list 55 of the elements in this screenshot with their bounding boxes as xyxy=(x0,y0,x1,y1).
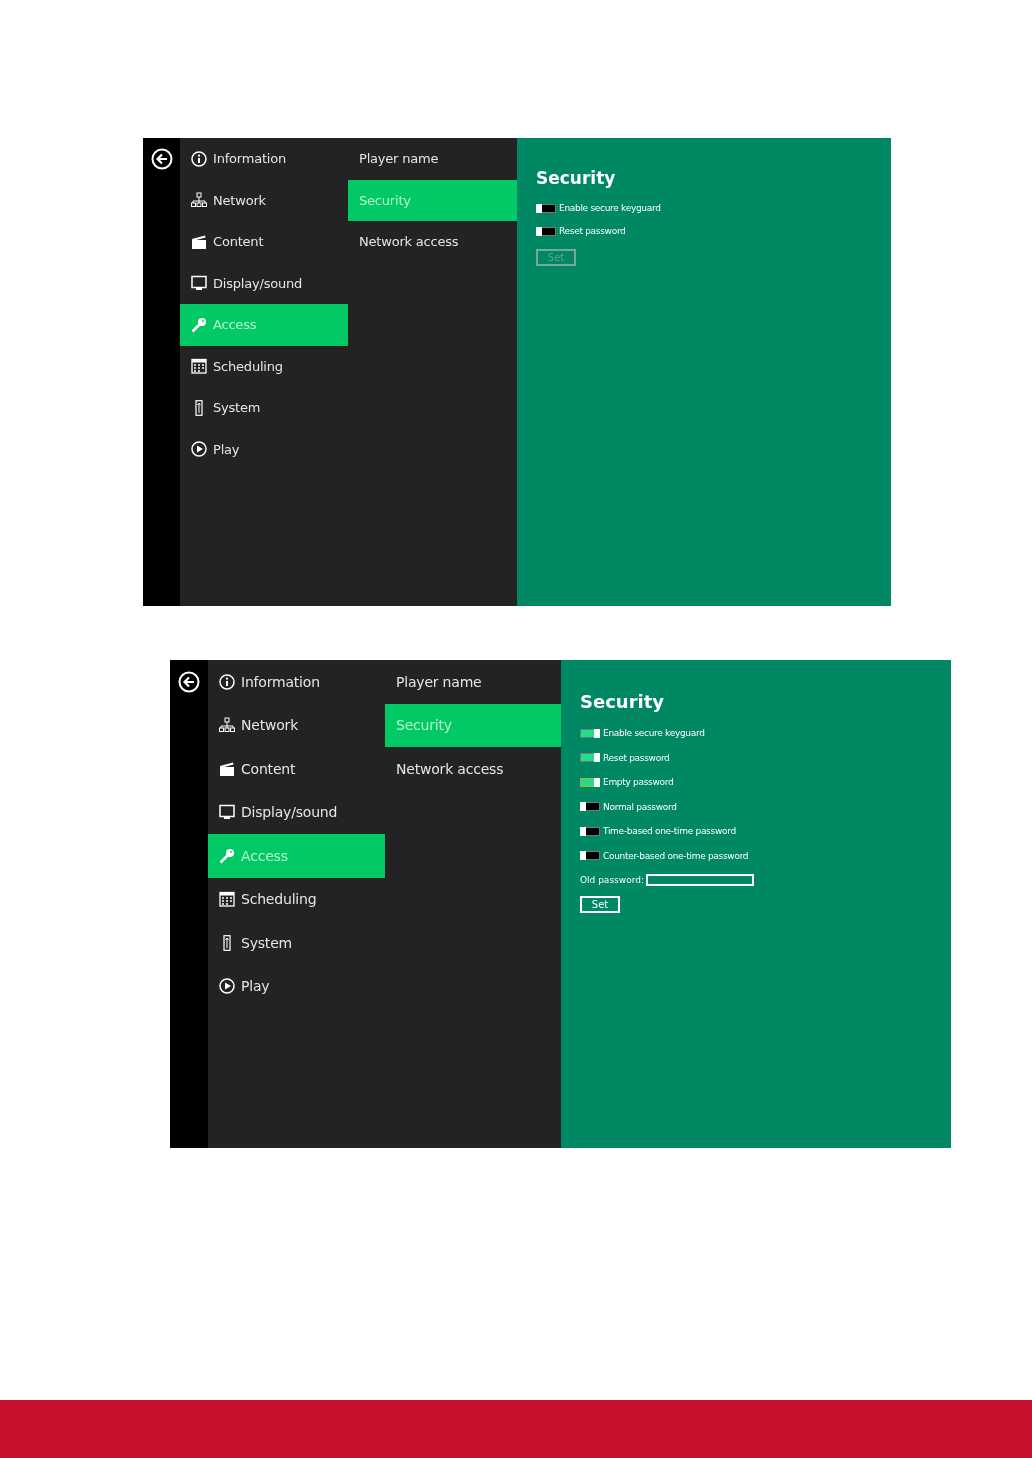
menu-item[interactable]: Content xyxy=(208,747,385,791)
back-icon[interactable] xyxy=(150,147,173,170)
calendar-icon xyxy=(191,358,207,375)
toggle-switch[interactable] xyxy=(580,777,600,787)
clapperboard-icon xyxy=(191,233,207,250)
toggle-switch[interactable] xyxy=(580,753,600,762)
submenu-item[interactable]: Network access xyxy=(348,221,517,263)
menu-item[interactable]: Information xyxy=(180,138,348,180)
submenu-item[interactable]: Player name xyxy=(385,660,561,704)
menu-item[interactable]: System xyxy=(208,921,385,965)
info-icon xyxy=(219,673,235,690)
field-label: Old password: xyxy=(580,875,644,885)
menu-item[interactable]: Network xyxy=(180,179,348,221)
toggle-label: Counter-based one-time password xyxy=(603,850,749,861)
toggle-label: Normal password xyxy=(603,801,677,812)
back-icon[interactable] xyxy=(178,670,200,693)
submenu-item[interactable]: Player name xyxy=(348,138,517,180)
password-field[interactable] xyxy=(645,874,754,886)
monitor-icon xyxy=(219,804,235,821)
section-title: Security xyxy=(536,167,616,188)
toggle-switch[interactable] xyxy=(536,226,556,236)
play-icon xyxy=(219,978,235,995)
toggle-switch[interactable] xyxy=(580,826,600,836)
toggle-label: Reset password xyxy=(603,752,670,763)
toggle-switch[interactable] xyxy=(536,203,556,213)
network-icon xyxy=(191,192,207,209)
toggle-label: Reset password xyxy=(559,226,626,237)
menu-item[interactable]: Information xyxy=(208,660,385,704)
toggle-label: Enable secure keyguard xyxy=(603,728,705,738)
menu-item[interactable]: Scheduling xyxy=(208,877,385,921)
toggle-label: Empty password xyxy=(603,777,674,787)
menu-item[interactable]: Scheduling xyxy=(180,345,348,387)
toggle-switch[interactable] xyxy=(580,728,600,738)
menu-item[interactable]: Network xyxy=(208,703,385,747)
monitor-icon xyxy=(191,275,207,292)
submenu-item[interactable]: Network access xyxy=(385,747,561,791)
network-icon xyxy=(219,717,235,734)
menu-item[interactable]: System xyxy=(180,387,348,429)
play-icon xyxy=(191,441,207,458)
toggle-label: Enable secure keyguard xyxy=(559,203,661,214)
calendar-icon xyxy=(219,891,235,908)
menu-item[interactable]: Content xyxy=(180,221,348,263)
section-title: Security xyxy=(580,690,665,712)
menu-item[interactable]: Display/sound xyxy=(208,790,385,834)
toggle-label: Time-based one-time password xyxy=(603,826,736,836)
set-button[interactable]: Set xyxy=(580,896,620,914)
key-icon xyxy=(191,316,207,333)
info-icon xyxy=(191,150,207,167)
toggle-switch[interactable] xyxy=(580,851,600,860)
clapperboard-icon xyxy=(219,760,235,777)
key-icon xyxy=(219,847,235,864)
toggle-switch[interactable] xyxy=(580,802,600,811)
menu-item[interactable]: Play xyxy=(208,964,385,1008)
menu-item[interactable]: Play xyxy=(180,428,348,470)
menu-item[interactable]: Display/sound xyxy=(180,262,348,304)
